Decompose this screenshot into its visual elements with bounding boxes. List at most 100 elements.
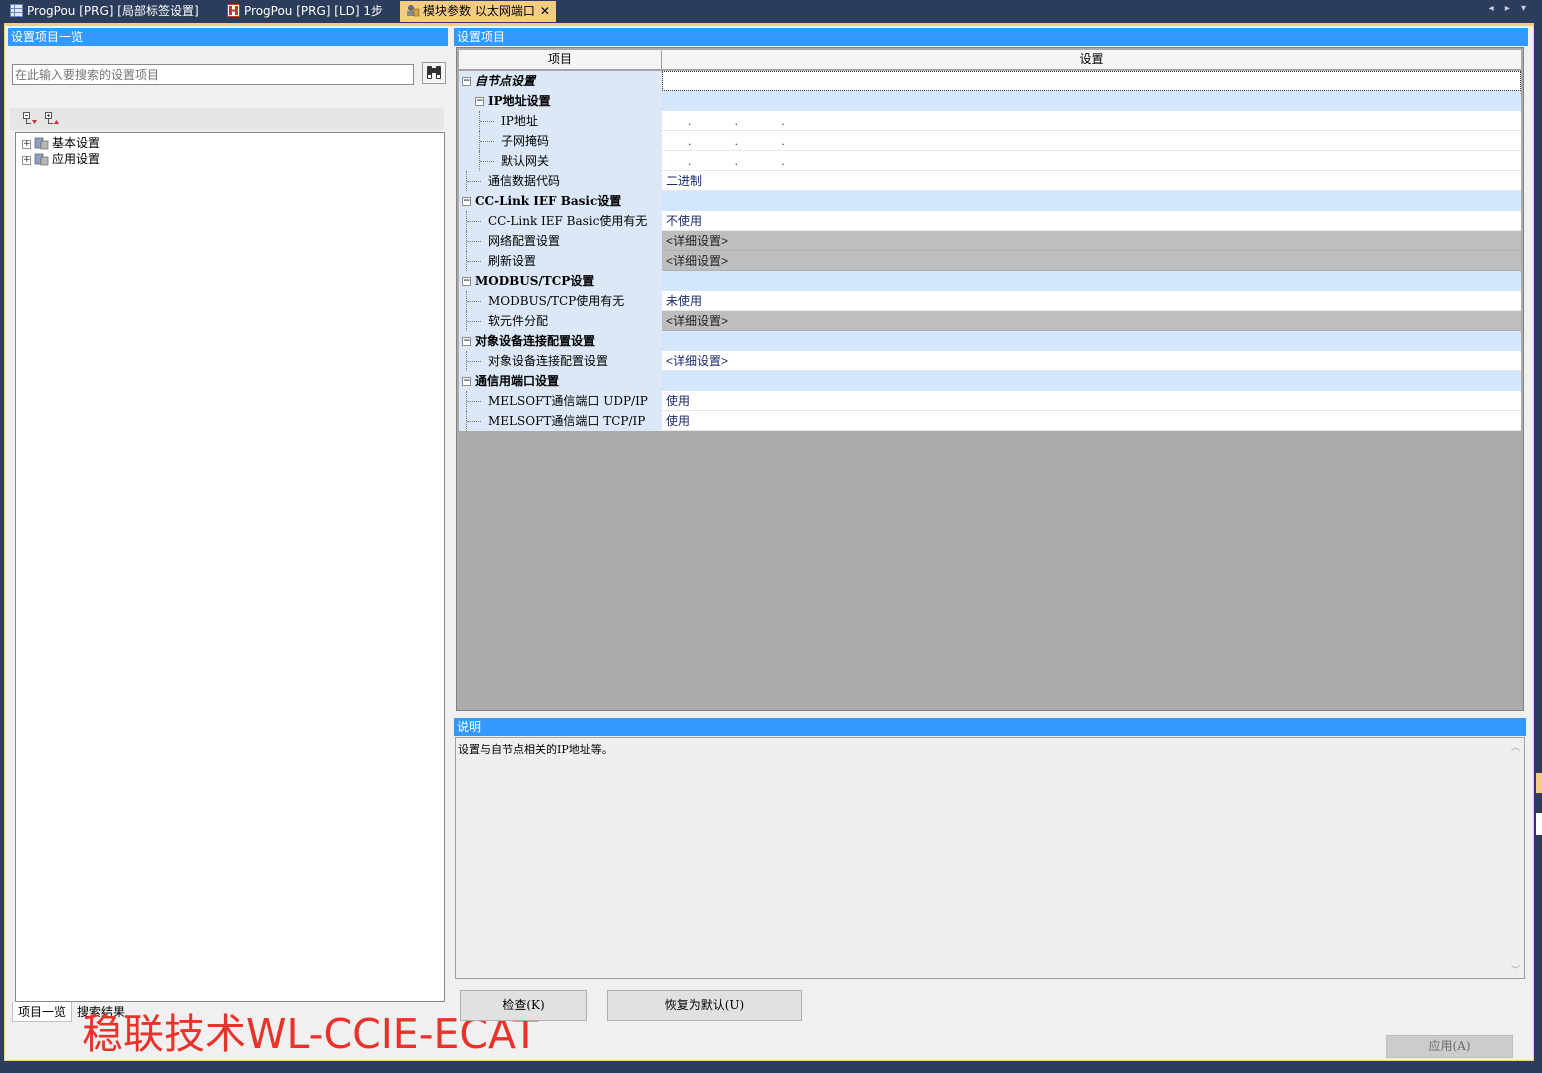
description-scrollbar[interactable]: ︿ ﹀: [1509, 740, 1522, 976]
grid-cell-setting[interactable]: 未使用: [662, 291, 1521, 311]
grid-setting-value: <详细设置>: [666, 234, 729, 248]
tab-item-list[interactable]: 项目一览: [12, 1002, 73, 1022]
grid-row[interactable]: 刷新设置 <详细设置>: [459, 251, 1521, 271]
grid-item-label: IP地址设置: [488, 94, 551, 108]
document-tab-strip: ProgPou [PRG] [局部标签设置] ProgPou [PRG] [LD…: [0, 0, 1542, 23]
grid-cell-setting[interactable]: 使用: [662, 391, 1521, 411]
grid-row[interactable]: 子网掩码 . . .: [459, 131, 1521, 151]
expand-all-button[interactable]: [22, 111, 38, 127]
tree-line: [467, 181, 481, 182]
grid-row[interactable]: MELSOFT通信端口 UDP/IP 使用: [459, 391, 1521, 411]
tab-local-label-settings[interactable]: ProgPou [PRG] [局部标签设置]: [4, 1, 205, 22]
tree-line: [467, 421, 481, 422]
grid-row[interactable]: CC-Link IEF Basic使用有无 不使用: [459, 211, 1521, 231]
detail-setting-cell[interactable]: <详细设置>: [662, 231, 1521, 251]
grid-item-label: 对象设备连接配置设置: [488, 354, 609, 368]
detail-setting-cell[interactable]: <详细设置>: [662, 251, 1521, 271]
tree-item-label: 应用设置: [52, 152, 101, 166]
description-title: 说明: [454, 718, 1526, 736]
tree-line: [467, 361, 481, 362]
grid-cell-setting[interactable]: [662, 271, 1521, 291]
grid-item-label: 通信数据代码: [488, 174, 561, 188]
grid-cell-setting[interactable]: [662, 371, 1521, 391]
grid-item-label: IP地址: [501, 114, 538, 128]
tab-module-parameters[interactable]: 模块参数 以太网端口 ✕: [400, 1, 556, 22]
grid-setting-value: . . .: [688, 134, 791, 148]
expand-all-icon: [23, 112, 37, 124]
tree-toolbar: [10, 108, 444, 130]
grid-item-label: MELSOFT通信端口 TCP/IP: [488, 414, 646, 428]
grid-row[interactable]: IP地址 . . .: [459, 111, 1521, 131]
grid-cell-setting[interactable]: . . .: [662, 151, 1521, 171]
grid-cell-setting[interactable]: [662, 191, 1521, 211]
expand-icon[interactable]: +: [22, 140, 31, 149]
grid-row[interactable]: − IP地址设置: [459, 91, 1521, 111]
apply-button[interactable]: 应用(A): [1386, 1035, 1513, 1058]
tree-item-application-settings[interactable]: + 应用设置: [22, 151, 100, 167]
scroll-down-icon[interactable]: ﹀: [1509, 963, 1522, 976]
grid-row[interactable]: − MODBUS/TCP设置: [459, 271, 1521, 291]
tree-item-basic-settings[interactable]: + 基本设置: [22, 135, 100, 151]
grid-cell-item: − IP地址设置: [459, 91, 662, 111]
grid-cell-item: 刷新设置: [459, 251, 662, 271]
restore-default-button[interactable]: 恢复为默认(U): [607, 990, 802, 1021]
grid-row[interactable]: 默认网关 . . .: [459, 151, 1521, 171]
column-header-item[interactable]: 项目: [459, 50, 662, 69]
tab-label: 模块参数 以太网端口: [423, 4, 535, 18]
detail-setting-cell[interactable]: <详细设置>: [662, 311, 1521, 331]
grid-cell-setting[interactable]: [662, 71, 1521, 91]
search-input[interactable]: [12, 64, 414, 85]
close-icon[interactable]: ✕: [540, 4, 550, 18]
grid-cell-item: 软元件分配: [459, 311, 662, 331]
grid-cell-setting[interactable]: . . .: [662, 111, 1521, 131]
scroll-up-icon[interactable]: ︿: [1509, 740, 1522, 753]
collapse-icon[interactable]: −: [462, 77, 471, 86]
grid-row[interactable]: − 对象设备连接配置设置: [459, 331, 1521, 351]
grid-cell-setting[interactable]: 二进制: [662, 171, 1521, 191]
grid-cell-setting[interactable]: 不使用: [662, 211, 1521, 231]
grid-row[interactable]: 通信数据代码 二进制: [459, 171, 1521, 191]
tab-navigation-arrows[interactable]: ◂ ▸ ▾: [1489, 3, 1530, 14]
check-button[interactable]: 检查(K): [460, 990, 587, 1021]
grid-cell-setting[interactable]: 使用: [662, 411, 1521, 431]
grid-row[interactable]: − CC-Link IEF Basic设置: [459, 191, 1521, 211]
grid-setting-value: <详细设置>: [666, 254, 729, 268]
grid-row[interactable]: − 通信用端口设置: [459, 371, 1521, 391]
edge-marker: [1536, 773, 1542, 793]
tree-line: [467, 301, 481, 302]
grid-item-label: MODBUS/TCP设置: [475, 274, 595, 288]
collapse-icon[interactable]: −: [462, 277, 471, 286]
grid-item-label: 刷新设置: [488, 254, 537, 268]
grid-row[interactable]: − 自节点设置: [459, 71, 1521, 91]
collapse-icon[interactable]: −: [462, 377, 471, 386]
grid-cell-item: MELSOFT通信端口 UDP/IP: [459, 391, 662, 411]
grid-cell-item: − CC-Link IEF Basic设置: [459, 191, 662, 211]
collapse-icon[interactable]: −: [462, 197, 471, 206]
grid-cell-setting[interactable]: . . .: [662, 131, 1521, 151]
grid-cell-setting[interactable]: <详细设置>: [662, 351, 1521, 371]
search-button[interactable]: [422, 62, 446, 84]
grid-cell-setting[interactable]: [662, 331, 1521, 351]
grid-row[interactable]: 软元件分配 <详细设置>: [459, 311, 1521, 331]
expand-icon[interactable]: +: [22, 156, 31, 165]
grid-item-label: 自节点设置: [475, 74, 536, 88]
tab-ladder-program[interactable]: ProgPou [PRG] [LD] 1步: [221, 1, 389, 22]
grid-item-label: 默认网关: [501, 154, 550, 168]
collapse-icon[interactable]: −: [462, 337, 471, 346]
tree-line: [467, 221, 481, 222]
settings-grid: 项目 设置 − 自节点设置 − IP地址设置 IP地址. . . 子网掩码. . . 默认网…: [456, 47, 1524, 711]
collapse-icon[interactable]: −: [475, 97, 484, 106]
grid-cell-setting[interactable]: [662, 91, 1521, 111]
tree-line: [467, 401, 481, 402]
grid-row[interactable]: MODBUS/TCP使用有无 未使用: [459, 291, 1521, 311]
description-panel: 说明 设置与自节点相关的IP地址等。 ︿ ﹀: [454, 718, 1526, 984]
column-header-setting[interactable]: 设置: [662, 50, 1521, 69]
grid-row[interactable]: MELSOFT通信端口 TCP/IP 使用: [459, 411, 1521, 431]
grid-item-label: 通信用端口设置: [475, 374, 560, 388]
right-edge-strip: [1535, 23, 1542, 1063]
description-box: 设置与自节点相关的IP地址等。 ︿ ﹀: [455, 737, 1525, 979]
grid-row[interactable]: 网络配置设置 <详细设置>: [459, 231, 1521, 251]
grid-row[interactable]: 对象设备连接配置设置 <详细设置>: [459, 351, 1521, 371]
collapse-all-button[interactable]: [44, 111, 60, 127]
grid-item-label: 软元件分配: [488, 314, 549, 328]
